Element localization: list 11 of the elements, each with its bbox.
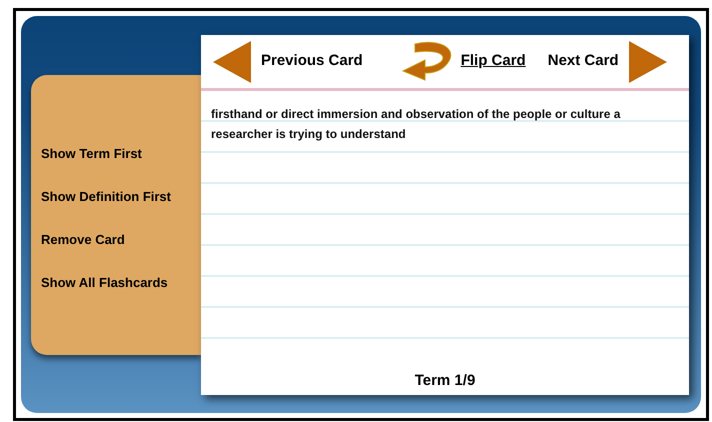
previous-card-button[interactable]: Previous Card: [261, 50, 363, 73]
sidebar-link[interactable]: Remove Card: [41, 229, 125, 250]
definition-text: firsthand or direct immersion and observation of the people or culture a researcher is trying to understand: [211, 106, 622, 143]
term-counter: Term 1/9: [414, 370, 476, 391]
flip-card-link[interactable]: Flip Card: [460, 50, 526, 73]
right-arrow-icon[interactable]: [626, 40, 667, 82]
left-arrow-icon[interactable]: [213, 40, 253, 82]
sidebar-link[interactable]: Show All Flashcards: [41, 272, 168, 293]
next-card-button[interactable]: Next Card: [548, 50, 619, 73]
sidebar-link[interactable]: Show Term First: [41, 143, 142, 164]
sidebar-link[interactable]: Show Definition First: [41, 186, 171, 207]
